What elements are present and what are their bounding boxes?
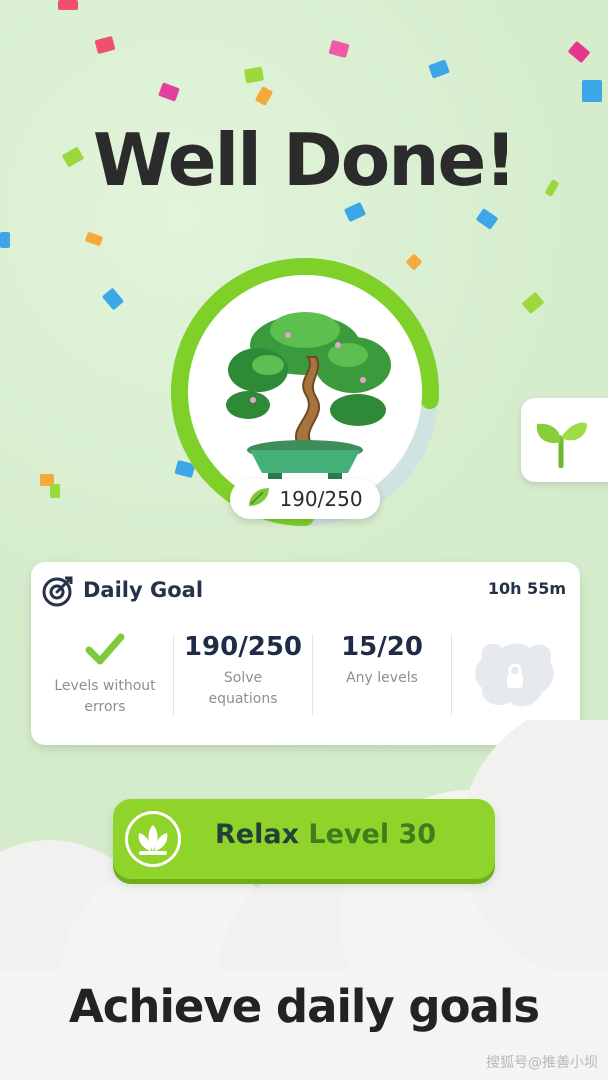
watermark: 搜狐号@推善小坝 [486,1055,598,1071]
goal-item-value: 190/250 [183,632,303,662]
locked-reward [455,632,575,722]
tagline: Achieve daily goals [68,980,540,1033]
progress-count-text: 190/250 [279,487,363,511]
goal-item-value: 15/20 [341,632,423,662]
lock-icon [455,638,575,716]
goal-item-levels-without-errors: Levels without errors [39,632,171,722]
target-icon [41,574,75,612]
progress-counter: 190/250 [230,479,380,519]
goal-item-any-levels: 15/20 Any levels [314,632,450,722]
divider [173,634,174,716]
goal-item-label-line2: errors [84,699,126,715]
relax-button-label: Relax Level 30 [215,819,436,850]
sprout-card[interactable] [521,398,608,482]
relax-level-text: Level 30 [308,819,437,850]
sprout-icon [533,414,589,472]
daily-goal-timer: 10h 55m [487,579,566,598]
bonsai-tree [188,275,422,509]
goal-item-label-line1: Levels without [54,678,156,694]
divider [312,634,313,716]
leaf-icon [247,486,271,512]
check-icon [39,632,171,670]
daily-goal-title: Daily Goal [83,578,204,602]
goal-item-label-line2: equations [208,691,278,707]
divider [451,634,452,716]
relax-label-text: Relax [215,819,299,850]
lotus-icon [125,811,181,867]
page-title: Well Done! [92,118,517,202]
goal-item-label-line1: Solve [223,670,263,686]
relax-level-button[interactable]: Relax Level 30 [113,799,495,879]
goal-item-label-line1: Any levels [346,670,418,686]
goal-item-solve-equations: 190/250 Solve equations [175,632,311,722]
daily-goal-card: Daily Goal 10h 55m Levels without errors… [31,562,580,745]
